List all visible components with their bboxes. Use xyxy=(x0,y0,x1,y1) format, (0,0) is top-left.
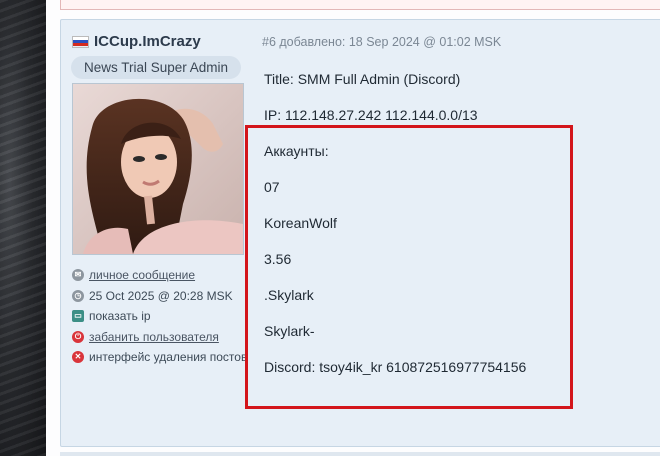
last-visit-label: 25 Oct 2025 @ 20:28 MSK xyxy=(89,288,233,303)
show-ip-label[interactable]: показать ip xyxy=(89,309,151,323)
private-message-link[interactable]: ✉ личное сообщение xyxy=(72,265,247,286)
show-ip-link[interactable]: ▭ показать ip xyxy=(72,306,247,327)
ban-user-link[interactable]: ⏻ забанить пользователя xyxy=(72,327,247,348)
clock-icon: ◷ xyxy=(72,289,84,302)
next-post-edge xyxy=(60,452,660,456)
russia-flag-icon xyxy=(72,35,89,48)
private-message-label[interactable]: личное сообщение xyxy=(89,268,195,282)
avatar xyxy=(72,83,244,255)
user-actions: ✉ личное сообщение ◷ 25 Oct 2025 @ 20:28… xyxy=(72,265,247,368)
user-rank-badge: News Trial Super Admin xyxy=(71,56,241,79)
username-link[interactable]: ICCup.ImCrazy xyxy=(94,33,201,50)
delete-posts-link[interactable]: ✕ интерфейс удаления постов xyxy=(72,347,247,368)
last-visit: ◷ 25 Oct 2025 @ 20:28 MSK xyxy=(72,286,247,307)
post-line: Title: SMM Full Admin (Discord) xyxy=(264,71,461,87)
previous-post-edge xyxy=(60,0,660,10)
ban-user-label[interactable]: забанить пользователя xyxy=(89,330,219,344)
highlight-frame xyxy=(245,125,573,409)
power-icon: ⏻ xyxy=(72,330,84,343)
delete-icon: ✕ xyxy=(72,351,84,364)
post-meta: #6 добавлено: 18 Sep 2024 @ 01:02 MSK xyxy=(262,35,502,49)
delete-posts-label[interactable]: интерфейс удаления постов xyxy=(89,350,247,364)
user-header: ICCup.ImCrazy xyxy=(72,33,201,50)
mail-icon: ✉ xyxy=(72,269,84,282)
post-line: IP: 112.148.27.242 112.144.0.0/13 xyxy=(264,107,478,123)
monitor-icon: ▭ xyxy=(72,310,84,323)
background-image xyxy=(0,0,46,456)
